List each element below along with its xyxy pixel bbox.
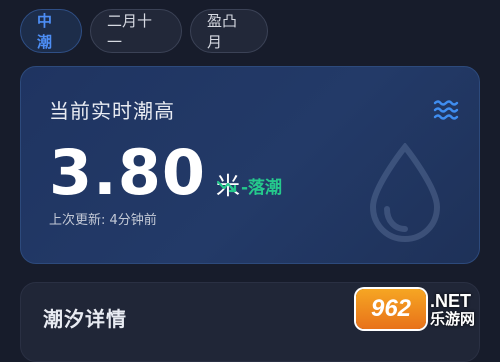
tab-tide-level[interactable]: 中潮 bbox=[20, 9, 82, 53]
tide-height-value: 3.80 bbox=[49, 136, 206, 209]
tide-trend: -落潮 bbox=[217, 173, 282, 198]
watermark-text: .NET 乐游网 bbox=[430, 292, 475, 327]
tab-moon-phase[interactable]: 盈凸月 bbox=[190, 9, 268, 53]
last-updated-text: 上次更新: 4分钟前 bbox=[49, 213, 157, 228]
watermark-site-name: 乐游网 bbox=[430, 309, 476, 328]
watermark-logo: 962 bbox=[356, 289, 426, 329]
waves-icon bbox=[433, 100, 459, 120]
site-watermark: 962 .NET 乐游网 bbox=[356, 287, 496, 331]
tab-bar: 中潮 二月十一 盈凸月 bbox=[20, 9, 268, 53]
card-title: 当前实时潮高 bbox=[49, 99, 175, 123]
trend-down-icon bbox=[217, 180, 237, 192]
tab-lunar-date[interactable]: 二月十一 bbox=[90, 9, 182, 53]
tide-trend-label: -落潮 bbox=[241, 178, 283, 198]
watermark-suffix: .NET bbox=[430, 290, 472, 311]
tide-height-row: 3.80 米 bbox=[49, 141, 240, 205]
tide-details-title: 潮汐详情 bbox=[43, 307, 127, 331]
water-drop-icon bbox=[369, 143, 441, 243]
current-tide-card: 当前实时潮高 3.80 米 -落潮 上次更新: 4分钟前 bbox=[20, 66, 480, 264]
